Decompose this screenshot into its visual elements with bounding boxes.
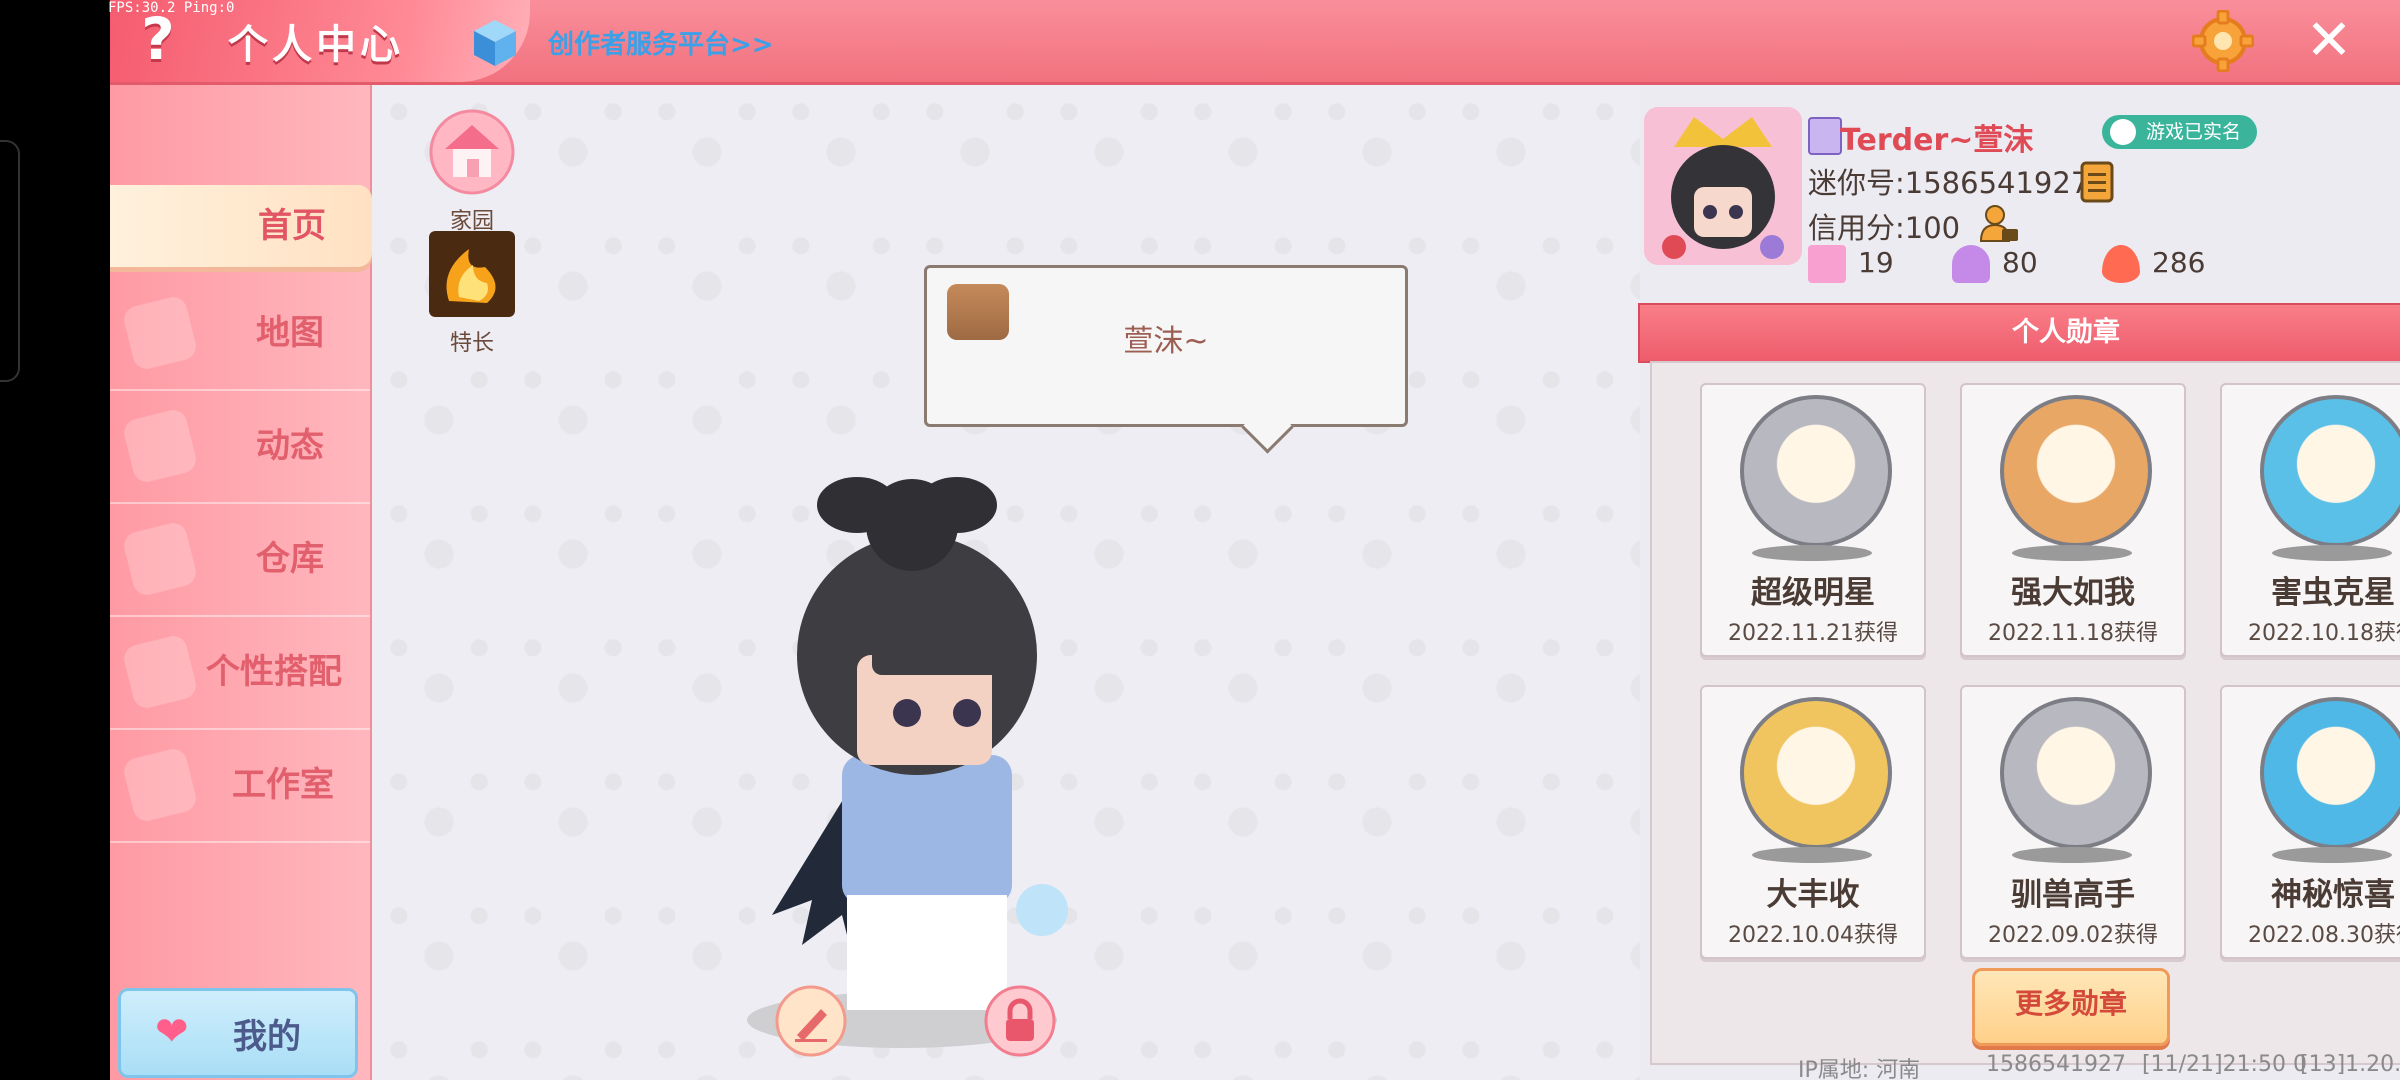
profile-panel: Terder~萱沫 游戏已实名 迷你号:1586541927 信用分:100 1… xyxy=(1638,85,2400,1080)
ip-location: IP属地: 河南 xyxy=(1798,1058,1921,1080)
medal-date: 2022.11.21获得 xyxy=(1728,621,1898,646)
medal-card[interactable]: 强大如我 2022.11.18获得 xyxy=(1960,383,2186,657)
lock-icon[interactable] xyxy=(984,985,1056,1057)
sidebar-item-activity[interactable]: 动态 xyxy=(110,390,370,504)
credit-person-icon[interactable] xyxy=(1978,203,2020,245)
outfit-icon xyxy=(121,633,199,711)
mini-id: 迷你号:1586541927 xyxy=(1808,166,2090,200)
my-button-label: 我的 xyxy=(233,1017,301,1057)
medal-card[interactable]: 害虫克星 2022.10.18获得 xyxy=(2220,383,2400,657)
fans-stat: 80 xyxy=(1952,245,2038,283)
footer-version: [13]1.20.5 xyxy=(2300,1052,2400,1077)
popularity-icon xyxy=(2102,245,2140,283)
page-title: 个人中心 xyxy=(228,22,404,68)
medal-card[interactable]: 大丰收 2022.10.04获得 xyxy=(1700,685,1926,959)
likes-value: 19 xyxy=(1858,246,1894,279)
footer-uid: 1586541927 xyxy=(1986,1052,2126,1077)
close-icon[interactable]: ✕ xyxy=(2300,12,2358,70)
footer-time: [11/21]21:50 0 xyxy=(2142,1052,2307,1077)
medal-card[interactable]: 超级明星 2022.11.21获得 xyxy=(1700,383,1926,657)
medal-date: 2022.08.30获得 xyxy=(2248,923,2400,948)
gear-icon[interactable] xyxy=(2192,10,2254,72)
medal-tamer-icon xyxy=(2000,697,2152,849)
sidebar-item-label: 仓库 xyxy=(256,539,324,579)
medal-name: 超级明星 xyxy=(1751,575,1875,611)
player-name: Terder~萱沫 xyxy=(1840,123,2034,158)
sidebar-item-outfit[interactable]: 个性搭配 xyxy=(110,616,370,730)
sidebar-item-label: 地图 xyxy=(256,313,324,353)
medal-harvest-icon xyxy=(1740,697,1892,849)
home-button[interactable]: 家园 xyxy=(422,109,522,235)
sidebar-item-label: 动态 xyxy=(256,426,324,466)
skill-label: 特长 xyxy=(449,331,494,356)
sidebar: 首页 地图 动态 仓库 个性搭配 工作室 ❤ 我的 xyxy=(110,85,373,1080)
medals-title: 个人勋章 xyxy=(1638,303,2400,363)
verified-badge: 游戏已实名 xyxy=(2102,115,2258,149)
profile-avatar[interactable] xyxy=(1644,107,1802,265)
medal-shadow xyxy=(2012,847,2132,863)
edit-pencil-icon[interactable] xyxy=(775,985,847,1057)
medal-surprise-icon xyxy=(2260,697,2400,849)
medal-shadow xyxy=(2272,847,2392,863)
medal-date: 2022.10.04获得 xyxy=(1728,923,1898,948)
sidebar-item-home[interactable]: 首页 xyxy=(110,185,372,267)
debug-fps-text: FPS:30.2 Ping:0 xyxy=(108,0,235,16)
sidebar-item-warehouse[interactable]: 仓库 xyxy=(110,503,370,617)
top-bar: ? 个人中心 创作者服务平台>> ✕ xyxy=(110,0,2400,85)
medal-card[interactable]: 驯兽高手 2022.09.02获得 xyxy=(1960,685,2186,959)
sidebar-item-map[interactable]: 地图 xyxy=(110,277,370,391)
more-medals-button[interactable]: 更多勋章 xyxy=(1972,968,2170,1046)
popularity-value: 286 xyxy=(2152,246,2206,279)
medal-card[interactable]: 神秘惊喜 2022.08.30获得 xyxy=(2220,685,2400,959)
medals-grid: 超级明星 2022.11.21获得 强大如我 2022.11.18获得 害虫克星… xyxy=(1650,361,2400,1065)
medal-shadow xyxy=(1752,847,1872,863)
creator-cube-icon[interactable] xyxy=(472,18,518,68)
signature-text: 萱沫~ xyxy=(1123,324,1209,359)
medal-name: 大丰收 xyxy=(1766,877,1860,913)
studio-icon xyxy=(121,746,199,824)
house-icon xyxy=(429,109,515,195)
skill-button[interactable]: 特长 xyxy=(422,231,522,357)
medal-name: 神秘惊喜 xyxy=(2271,877,2395,913)
sidebar-item-label: 首页 xyxy=(258,206,326,246)
verified-text: 游戏已实名 xyxy=(2146,121,2242,143)
sidebar-item-studio[interactable]: 工作室 xyxy=(110,729,370,843)
medal-shadow xyxy=(1752,545,1872,561)
credit-score: 信用分:100 xyxy=(1808,211,1961,245)
medal-name: 害虫克星 xyxy=(2271,575,2395,611)
personal-center-screen: ? 个人中心 创作者服务平台>> ✕ 首页 地图 动态 仓库 个性搭配 工作室 … xyxy=(110,0,2400,1080)
likes-stat: 19 xyxy=(1808,245,1894,283)
heart-icon: ❤ xyxy=(155,1009,189,1055)
medal-date: 2022.09.02获得 xyxy=(1988,923,2158,948)
medal-date: 2022.10.18获得 xyxy=(2248,621,2400,646)
sidebar-item-label: 个性搭配 xyxy=(206,652,342,692)
medal-pest-killer-icon xyxy=(2260,395,2400,547)
medal-super-star-icon xyxy=(1740,395,1892,547)
creator-platform-link[interactable]: 创作者服务平台>> xyxy=(548,24,774,61)
fans-icon xyxy=(1952,245,1990,283)
character-stage: 家园 特长 萱沫~ xyxy=(372,85,1640,1080)
fans-value: 80 xyxy=(2002,246,2038,279)
bell-icon xyxy=(121,407,199,485)
fire-skill-icon xyxy=(429,231,515,317)
map-icon xyxy=(121,294,199,372)
medal-strong-icon xyxy=(2000,395,2152,547)
medal-name: 驯兽高手 xyxy=(2011,877,2135,913)
medal-name: 强大如我 xyxy=(2011,575,2135,611)
medal-shadow xyxy=(2012,545,2132,561)
vip-crown-icon xyxy=(1808,117,1842,155)
popularity-stat: 286 xyxy=(2102,245,2205,283)
player-avatar-3d[interactable] xyxy=(702,355,1102,1075)
my-button[interactable]: ❤ 我的 xyxy=(118,988,358,1078)
warehouse-icon xyxy=(121,520,199,598)
copy-icon[interactable] xyxy=(2080,161,2114,203)
like-icon xyxy=(1808,245,1846,283)
person-icon xyxy=(2110,119,2136,145)
medal-date: 2022.11.18获得 xyxy=(1988,621,2158,646)
sidebar-item-label: 工作室 xyxy=(232,765,334,805)
device-edge xyxy=(0,140,20,382)
medal-shadow xyxy=(2272,545,2392,561)
